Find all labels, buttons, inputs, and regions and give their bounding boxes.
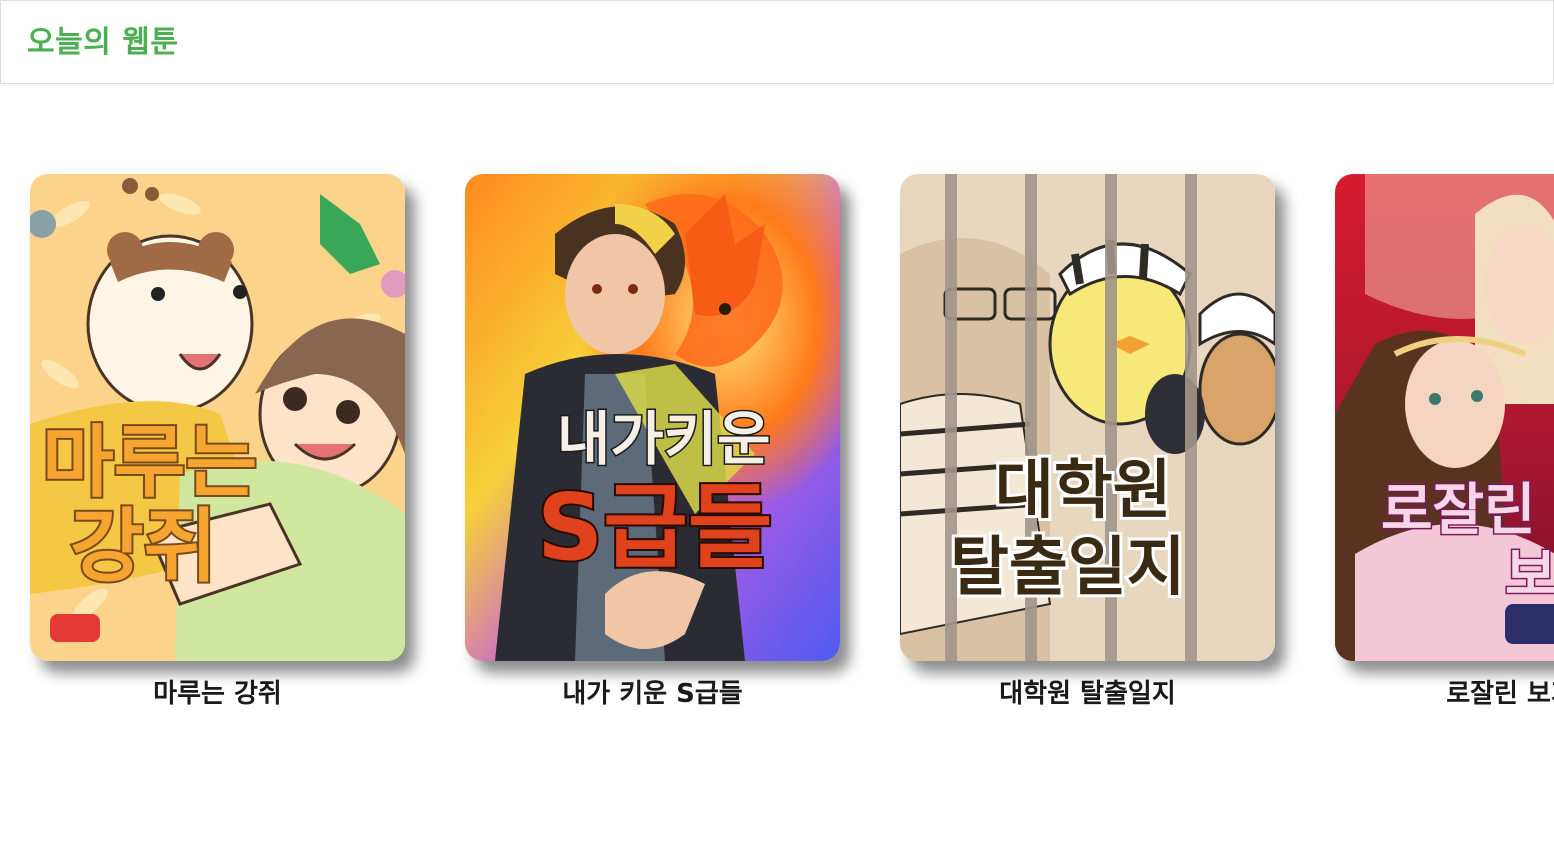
webtoon-title[interactable]: 로잘린 보가트 xyxy=(1335,674,1554,714)
webtoon-cover-image[interactable]: 내가키운 S급들 xyxy=(465,174,840,661)
webtoon-card-maru[interactable]: 마루는 강쥐 마루는 강쥐 xyxy=(30,174,405,719)
cover-title-line1: 내가키운 xyxy=(557,405,770,473)
webtoon-cover-image[interactable]: 로잘린 보 xyxy=(1335,174,1554,661)
webtoon-cover-image[interactable]: 대학원 탈출일지 xyxy=(900,174,1275,661)
webtoon-cover-image[interactable]: 마루는 강쥐 xyxy=(30,174,405,661)
cover-title-line1: 마루는 xyxy=(42,418,257,508)
cover-title-line2: 탈출일지 xyxy=(950,531,1186,605)
cover-title-line2: 보 xyxy=(1505,542,1554,608)
cover-title-line1: 대학원 xyxy=(995,454,1172,528)
webtoon-card-grad-school[interactable]: 대학원 탈출일지 대학원 탈출일지 xyxy=(900,174,1275,719)
top-header: 오늘의 웹툰 xyxy=(0,0,1554,84)
cover-title-line2: S급들 xyxy=(537,474,773,581)
webtoon-title[interactable]: 내가 키운 S급들 xyxy=(465,674,840,714)
page-title: 오늘의 웹툰 xyxy=(27,25,179,60)
webtoon-title[interactable]: 마루는 강쥐 xyxy=(30,674,405,714)
webtoon-carousel[interactable]: 마루는 강쥐 마루는 강쥐 내가키운 S급들 내가 키운 S급들 대학원 탈출일… xyxy=(0,84,1554,851)
cover-title-line2: 강쥐 xyxy=(70,500,217,593)
cover-title-line1: 로잘린 xyxy=(1381,477,1536,543)
webtoon-card-rosalyn[interactable]: 로잘린 보 로잘린 보가트 xyxy=(1335,174,1554,719)
webtoon-title[interactable]: 대학원 탈출일지 xyxy=(900,674,1275,714)
webtoon-card-s-class[interactable]: 내가키운 S급들 내가 키운 S급들 xyxy=(465,174,840,719)
